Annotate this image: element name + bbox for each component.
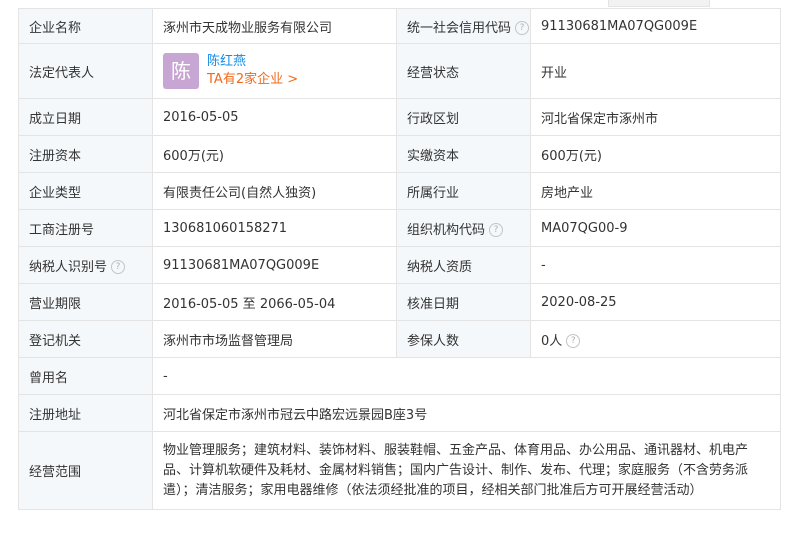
label-insured-count: 参保人数 xyxy=(396,320,531,358)
label-reg-number: 工商注册号 xyxy=(18,209,153,247)
legal-rep-info: 陈红燕 TA有2家企业 > xyxy=(207,53,298,89)
label-business-scope: 经营范围 xyxy=(18,431,153,510)
row-former-name: 曾用名 - xyxy=(18,357,781,395)
help-icon[interactable]: ? xyxy=(515,21,530,35)
label-credit-code: 统一社会信用代码? xyxy=(396,8,531,44)
help-icon[interactable]: ? xyxy=(566,334,581,348)
row-authority: 登记机关 涿州市市场监督管理局 参保人数 0人? xyxy=(18,320,781,358)
value-insured-count-text: 0人 xyxy=(541,333,563,349)
label-org-code: 组织机构代码? xyxy=(396,209,531,247)
label-company-type: 企业类型 xyxy=(18,172,153,210)
label-paid-capital: 实缴资本 xyxy=(396,135,531,173)
row-legal-rep: 法定代表人 陈 陈红燕 TA有2家企业 > 经营状态 开业 xyxy=(18,43,781,99)
value-reg-number: 130681060158271 xyxy=(152,209,397,247)
label-region: 行政区划 xyxy=(396,98,531,136)
row-reg-number: 工商注册号 130681060158271 组织机构代码? MA07QG00-9 xyxy=(18,209,781,247)
value-credit-code: 91130681MA07QG009E xyxy=(530,8,781,44)
value-registered-capital: 600万(元) xyxy=(152,135,397,173)
value-org-code: MA07QG00-9 xyxy=(530,209,781,247)
label-taxpayer-qual: 纳税人资质 xyxy=(396,246,531,284)
value-region: 河北省保定市涿州市 xyxy=(530,98,781,136)
label-address: 注册地址 xyxy=(18,394,153,432)
row-type: 企业类型 有限责任公司(自然人独资) 所属行业 房地产业 xyxy=(18,172,781,210)
value-reg-authority: 涿州市市场监督管理局 xyxy=(152,320,397,358)
value-approval-date: 2020-08-25 xyxy=(530,283,781,321)
value-legal-rep: 陈 陈红燕 TA有2家企业 > xyxy=(152,43,397,99)
value-industry: 房地产业 xyxy=(530,172,781,210)
row-capital: 注册资本 600万(元) 实缴资本 600万(元) xyxy=(18,135,781,173)
top-tab-edge xyxy=(608,0,710,7)
value-taxpayer-qual: - xyxy=(530,246,781,284)
value-business-status: 开业 xyxy=(530,43,781,99)
legal-rep-block: 陈 陈红燕 TA有2家企业 > xyxy=(163,53,396,89)
legal-rep-name-link[interactable]: 陈红燕 xyxy=(207,53,298,71)
row-company-name: 企业名称 涿州市天成物业服务有限公司 统一社会信用代码? 91130681MA0… xyxy=(18,8,781,44)
label-taxpayer-id: 纳税人识别号? xyxy=(18,246,153,284)
label-business-status: 经营状态 xyxy=(396,43,531,99)
row-taxpayer: 纳税人识别号? 91130681MA07QG009E 纳税人资质 - xyxy=(18,246,781,284)
value-former-name: - xyxy=(152,357,781,395)
label-org-code-text: 组织机构代码 xyxy=(407,222,486,238)
value-taxpayer-id: 91130681MA07QG009E xyxy=(152,246,397,284)
value-company-type: 有限责任公司(自然人独资) xyxy=(152,172,397,210)
label-industry: 所属行业 xyxy=(396,172,531,210)
label-reg-authority: 登记机关 xyxy=(18,320,153,358)
avatar: 陈 xyxy=(163,53,199,89)
value-business-scope: 物业管理服务；建筑材料、装饰材料、服装鞋帽、五金产品、体育用品、办公用品、通讯器… xyxy=(152,431,781,510)
value-company-name: 涿州市天成物业服务有限公司 xyxy=(152,8,397,44)
value-founded: 2016-05-05 xyxy=(152,98,397,136)
row-term: 营业期限 2016-05-05 至 2066-05-04 核准日期 2020-0… xyxy=(18,283,781,321)
label-legal-rep: 法定代表人 xyxy=(18,43,153,99)
value-insured-count: 0人? xyxy=(530,320,781,358)
help-icon[interactable]: ? xyxy=(489,223,504,237)
label-registered-capital: 注册资本 xyxy=(18,135,153,173)
company-info-table-wrapper: 企业名称 涿州市天成物业服务有限公司 统一社会信用代码? 91130681MA0… xyxy=(18,8,781,510)
value-paid-capital: 600万(元) xyxy=(530,135,781,173)
label-credit-code-text: 统一社会信用代码 xyxy=(407,20,512,36)
row-founded: 成立日期 2016-05-05 行政区划 河北省保定市涿州市 xyxy=(18,98,781,136)
row-address: 注册地址 河北省保定市涿州市冠云中路宏远景园B座3号 xyxy=(18,394,781,432)
help-icon[interactable]: ? xyxy=(111,260,126,274)
value-business-term: 2016-05-05 至 2066-05-04 xyxy=(152,283,397,321)
label-taxpayer-id-text: 纳税人识别号 xyxy=(29,259,108,275)
label-business-term: 营业期限 xyxy=(18,283,153,321)
label-approval-date: 核准日期 xyxy=(396,283,531,321)
label-former-name: 曾用名 xyxy=(18,357,153,395)
related-companies-link[interactable]: TA有2家企业 > xyxy=(207,71,298,89)
label-company-name: 企业名称 xyxy=(18,8,153,44)
value-address: 河北省保定市涿州市冠云中路宏远景园B座3号 xyxy=(152,394,781,432)
row-scope: 经营范围 物业管理服务；建筑材料、装饰材料、服装鞋帽、五金产品、体育用品、办公用… xyxy=(18,431,781,510)
company-info-table: 企业名称 涿州市天成物业服务有限公司 统一社会信用代码? 91130681MA0… xyxy=(18,8,781,510)
label-founded: 成立日期 xyxy=(18,98,153,136)
